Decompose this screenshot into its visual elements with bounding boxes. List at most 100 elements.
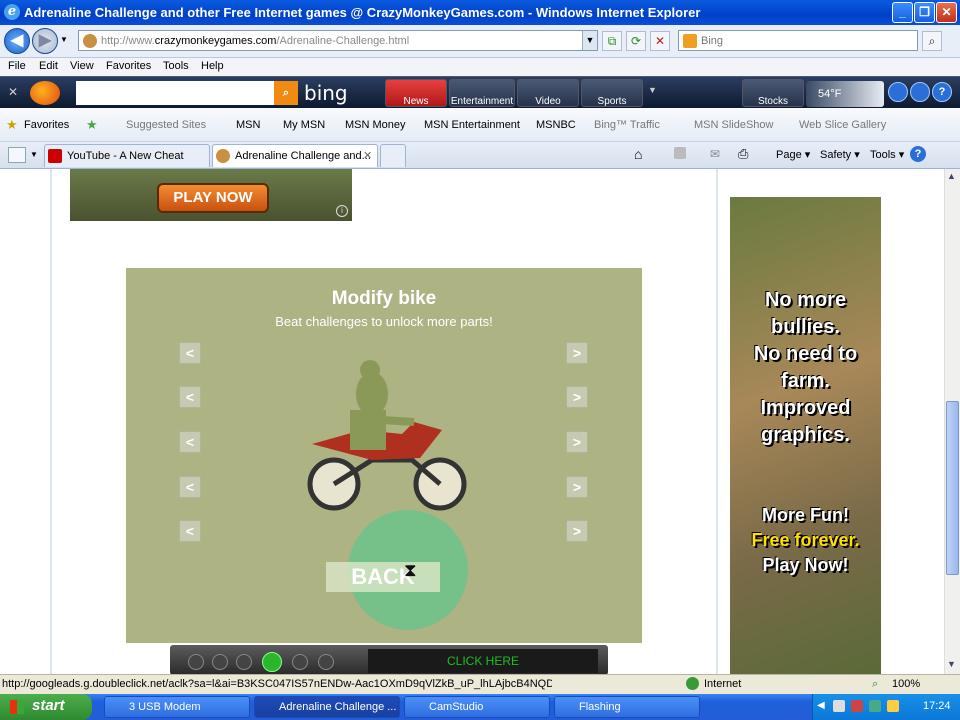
- play-icon[interactable]: [262, 652, 282, 672]
- toolbar-close-icon[interactable]: ✕: [8, 85, 18, 99]
- skip-forward-icon[interactable]: [318, 654, 334, 670]
- start-button[interactable]: start: [0, 694, 92, 720]
- close-tab-icon[interactable]: ✕: [363, 149, 372, 162]
- part-right-arrow-4[interactable]: >: [566, 476, 588, 498]
- part-right-arrow-2[interactable]: >: [566, 386, 588, 408]
- tray-app-icon[interactable]: [869, 700, 881, 712]
- home-icon[interactable]: ⌂: [634, 146, 642, 162]
- tab-entertainment[interactable]: Entertainment: [449, 79, 515, 107]
- game-canvas[interactable]: Modify bike Beat challenges to unlock mo…: [126, 268, 642, 643]
- compatibility-icon[interactable]: ⧉: [602, 31, 622, 51]
- zoom-level[interactable]: 100%: [892, 678, 920, 690]
- tab-stocks[interactable]: Stocks: [742, 79, 804, 107]
- tab-news[interactable]: News: [385, 79, 447, 107]
- fav-suggested-sites[interactable]: Suggested Sites: [126, 119, 206, 131]
- tab-sports[interactable]: Sports: [581, 79, 643, 107]
- tab-youtube[interactable]: YouTube - A New Cheat: [44, 144, 210, 167]
- fast-forward-icon[interactable]: [292, 654, 308, 670]
- stop-icon[interactable]: ✕: [650, 31, 670, 51]
- minimize-button[interactable]: _: [892, 2, 913, 23]
- help-icon[interactable]: ?: [932, 82, 952, 102]
- tab-adrenaline[interactable]: Adrenaline Challenge and... ✕: [212, 144, 378, 167]
- tab-list-icon[interactable]: ▼: [30, 150, 38, 159]
- click-here-banner[interactable]: CLICK HERE: [368, 649, 598, 673]
- fav-msn-money[interactable]: MSN Money: [345, 119, 406, 131]
- bing-search-button[interactable]: ⌕: [274, 81, 298, 105]
- play-now-button[interactable]: PLAY NOW: [157, 183, 269, 213]
- address-dropdown-icon[interactable]: ▼: [582, 31, 597, 50]
- part-left-arrow-3[interactable]: <: [179, 431, 201, 453]
- part-left-arrow-4[interactable]: <: [179, 476, 201, 498]
- recent-pages-icon[interactable]: ▼: [60, 35, 68, 44]
- fav-web-slice-gallery[interactable]: Web Slice Gallery: [799, 119, 886, 131]
- tools-menu[interactable]: Tools ▾: [870, 148, 904, 161]
- back-button[interactable]: ◀: [4, 28, 30, 54]
- search-icon[interactable]: ⌕: [922, 31, 942, 51]
- globe-icon[interactable]: [888, 82, 908, 102]
- part-left-arrow-2[interactable]: <: [179, 386, 201, 408]
- part-right-arrow-1[interactable]: >: [566, 342, 588, 364]
- scroll-up-icon[interactable]: ▲: [947, 171, 956, 181]
- search-input[interactable]: Bing: [678, 30, 918, 51]
- new-tab-button[interactable]: [380, 144, 406, 167]
- ad-line-6[interactable]: Play Now!: [730, 553, 881, 578]
- scroll-down-icon[interactable]: ▼: [947, 659, 956, 669]
- fav-my-msn[interactable]: My MSN: [283, 119, 325, 131]
- fav-msn-slideshow[interactable]: MSN SlideShow: [694, 119, 773, 131]
- tray-network-icon[interactable]: [833, 700, 845, 712]
- tray-volume-icon[interactable]: [887, 700, 899, 712]
- safety-menu[interactable]: Safety ▾: [820, 148, 860, 161]
- ad-headline: No more bullies. No need to farm. Improv…: [730, 287, 881, 449]
- tab-video[interactable]: Video: [517, 79, 579, 107]
- tray-expand-icon[interactable]: ◀: [817, 700, 825, 711]
- stop-icon[interactable]: [236, 654, 252, 670]
- part-right-arrow-5[interactable]: >: [566, 520, 588, 542]
- tools-label: Tools: [870, 149, 896, 161]
- help-icon[interactable]: ?: [910, 146, 926, 162]
- fav-msn-entertainment[interactable]: MSN Entertainment: [424, 119, 520, 131]
- feeds-icon[interactable]: [674, 147, 686, 159]
- address-input[interactable]: http://www.crazymonkeygames.com/Adrenali…: [78, 30, 598, 51]
- back-button[interactable]: BACK: [326, 562, 440, 592]
- quick-tabs-icon[interactable]: [8, 147, 26, 163]
- msn-search-input[interactable]: [76, 81, 298, 105]
- top-game-ad[interactable]: PLAY NOW i: [70, 169, 352, 221]
- rewind-icon[interactable]: [212, 654, 228, 670]
- part-left-arrow-5[interactable]: <: [179, 520, 201, 542]
- ad-line-3: Improved graphics.: [760, 397, 851, 446]
- scroll-thumb[interactable]: [946, 401, 959, 575]
- part-left-arrow-1[interactable]: <: [179, 342, 201, 364]
- forward-button[interactable]: ▶: [32, 28, 58, 54]
- menu-help[interactable]: Help: [201, 60, 224, 72]
- weather-widget[interactable]: 54°F: [806, 81, 884, 107]
- tray-security-icon[interactable]: [851, 700, 863, 712]
- menu-edit[interactable]: Edit: [39, 60, 58, 72]
- ad-info-icon[interactable]: i: [336, 205, 348, 217]
- task-flashing[interactable]: Flashing: [554, 696, 700, 718]
- zoom-icon[interactable]: ⌕: [872, 678, 878, 691]
- menu-file[interactable]: File: [8, 60, 26, 72]
- skip-back-icon[interactable]: [188, 654, 204, 670]
- fav-msn[interactable]: MSN: [236, 119, 260, 131]
- task-camstudio[interactable]: CamStudio: [404, 696, 550, 718]
- toolbar-search-icon[interactable]: [910, 82, 930, 102]
- fav-bing-traffic[interactable]: Bing™ Traffic: [594, 119, 660, 131]
- refresh-icon[interactable]: ⟳: [626, 31, 646, 51]
- menu-favorites[interactable]: Favorites: [106, 60, 151, 72]
- print-icon[interactable]: ⎙: [738, 146, 748, 162]
- fav-msnbc[interactable]: MSNBC: [536, 119, 576, 131]
- page-menu[interactable]: Page ▾: [776, 148, 810, 161]
- favorites-button[interactable]: Favorites: [24, 119, 69, 131]
- part-right-arrow-3[interactable]: >: [566, 431, 588, 453]
- mail-icon[interactable]: ✉: [710, 147, 720, 161]
- close-button[interactable]: ✕: [936, 2, 957, 23]
- side-game-ad[interactable]: No more bullies. No need to farm. Improv…: [730, 197, 881, 674]
- menu-tools[interactable]: Tools: [163, 60, 189, 72]
- task-adrenaline[interactable]: Adrenaline Challenge ...: [254, 696, 400, 718]
- add-favorite-icon[interactable]: ★: [86, 117, 98, 133]
- maximize-button[interactable]: ❐: [914, 2, 935, 23]
- vertical-scrollbar[interactable]: ▲ ▼: [944, 169, 960, 674]
- task-usb-modem[interactable]: 3 USB Modem: [104, 696, 250, 718]
- more-tabs-icon[interactable]: ▼: [648, 85, 657, 95]
- menu-view[interactable]: View: [70, 60, 94, 72]
